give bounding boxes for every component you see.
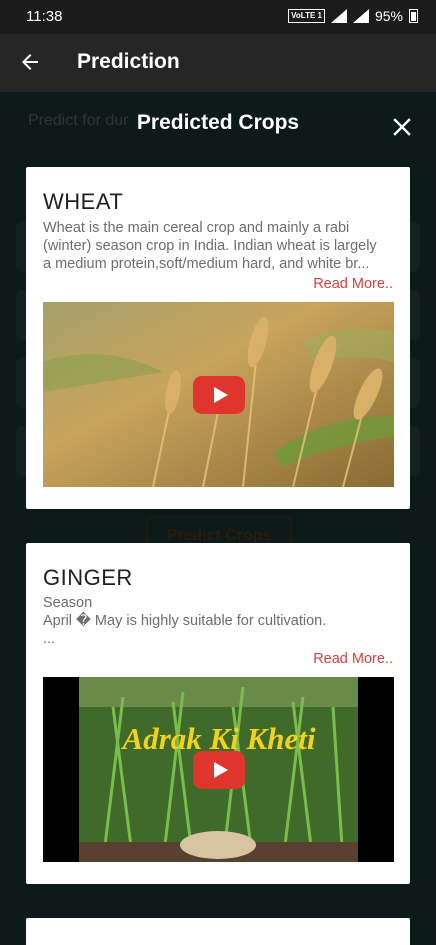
status-icons: VoLTE 1 95% xyxy=(288,8,418,24)
crop-card-wheat: WHEAT Wheat is the main cereal crop and … xyxy=(26,167,410,509)
page-title: Prediction xyxy=(77,50,180,73)
crop-description: Season April � May is highly suitable fo… xyxy=(43,594,395,648)
description-line: Season xyxy=(43,595,93,611)
signal-icon xyxy=(330,9,347,23)
crop-name: WHEAT xyxy=(43,189,124,214)
play-button-icon[interactable] xyxy=(192,750,245,789)
battery-icon xyxy=(409,9,418,23)
battery-percent: 95% xyxy=(374,8,403,24)
status-time: 11:38 xyxy=(26,8,63,25)
description-line: (winter) season crop in India. Indian wh… xyxy=(43,238,377,254)
description-line: ... xyxy=(43,631,56,647)
read-more-link[interactable]: Read More.. xyxy=(313,651,393,667)
description-line: a medium protein,soft/medium hard, and w… xyxy=(43,256,370,272)
signal-2-icon xyxy=(352,9,369,23)
video-thumbnail-wheat[interactable] xyxy=(43,302,394,487)
app-bar: Prediction xyxy=(0,34,436,92)
video-thumbnail-ginger[interactable]: Adrak Ki Kheti xyxy=(43,677,394,862)
play-button-icon[interactable] xyxy=(192,375,245,414)
volte-badge: VoLTE 1 xyxy=(288,9,325,23)
dialog-title: Predicted Crops xyxy=(136,111,300,134)
read-more-link[interactable]: Read More.. xyxy=(313,276,393,292)
description-line: Wheat is the main cereal crop and mainly… xyxy=(43,220,350,236)
crop-card-ginger: GINGER Season April � May is highly suit… xyxy=(26,543,410,884)
back-arrow-icon[interactable] xyxy=(18,50,42,74)
screen: 11:38 VoLTE 1 95% Prediction Predict for… xyxy=(0,0,436,945)
crop-description: Wheat is the main cereal crop and mainly… xyxy=(43,219,395,273)
crop-name: GINGER xyxy=(43,565,133,590)
description-line: April � May is highly suitable for culti… xyxy=(43,613,327,629)
status-bar: 11:38 VoLTE 1 95% xyxy=(0,0,436,34)
close-icon[interactable] xyxy=(390,115,414,139)
crop-card-next xyxy=(26,918,410,945)
